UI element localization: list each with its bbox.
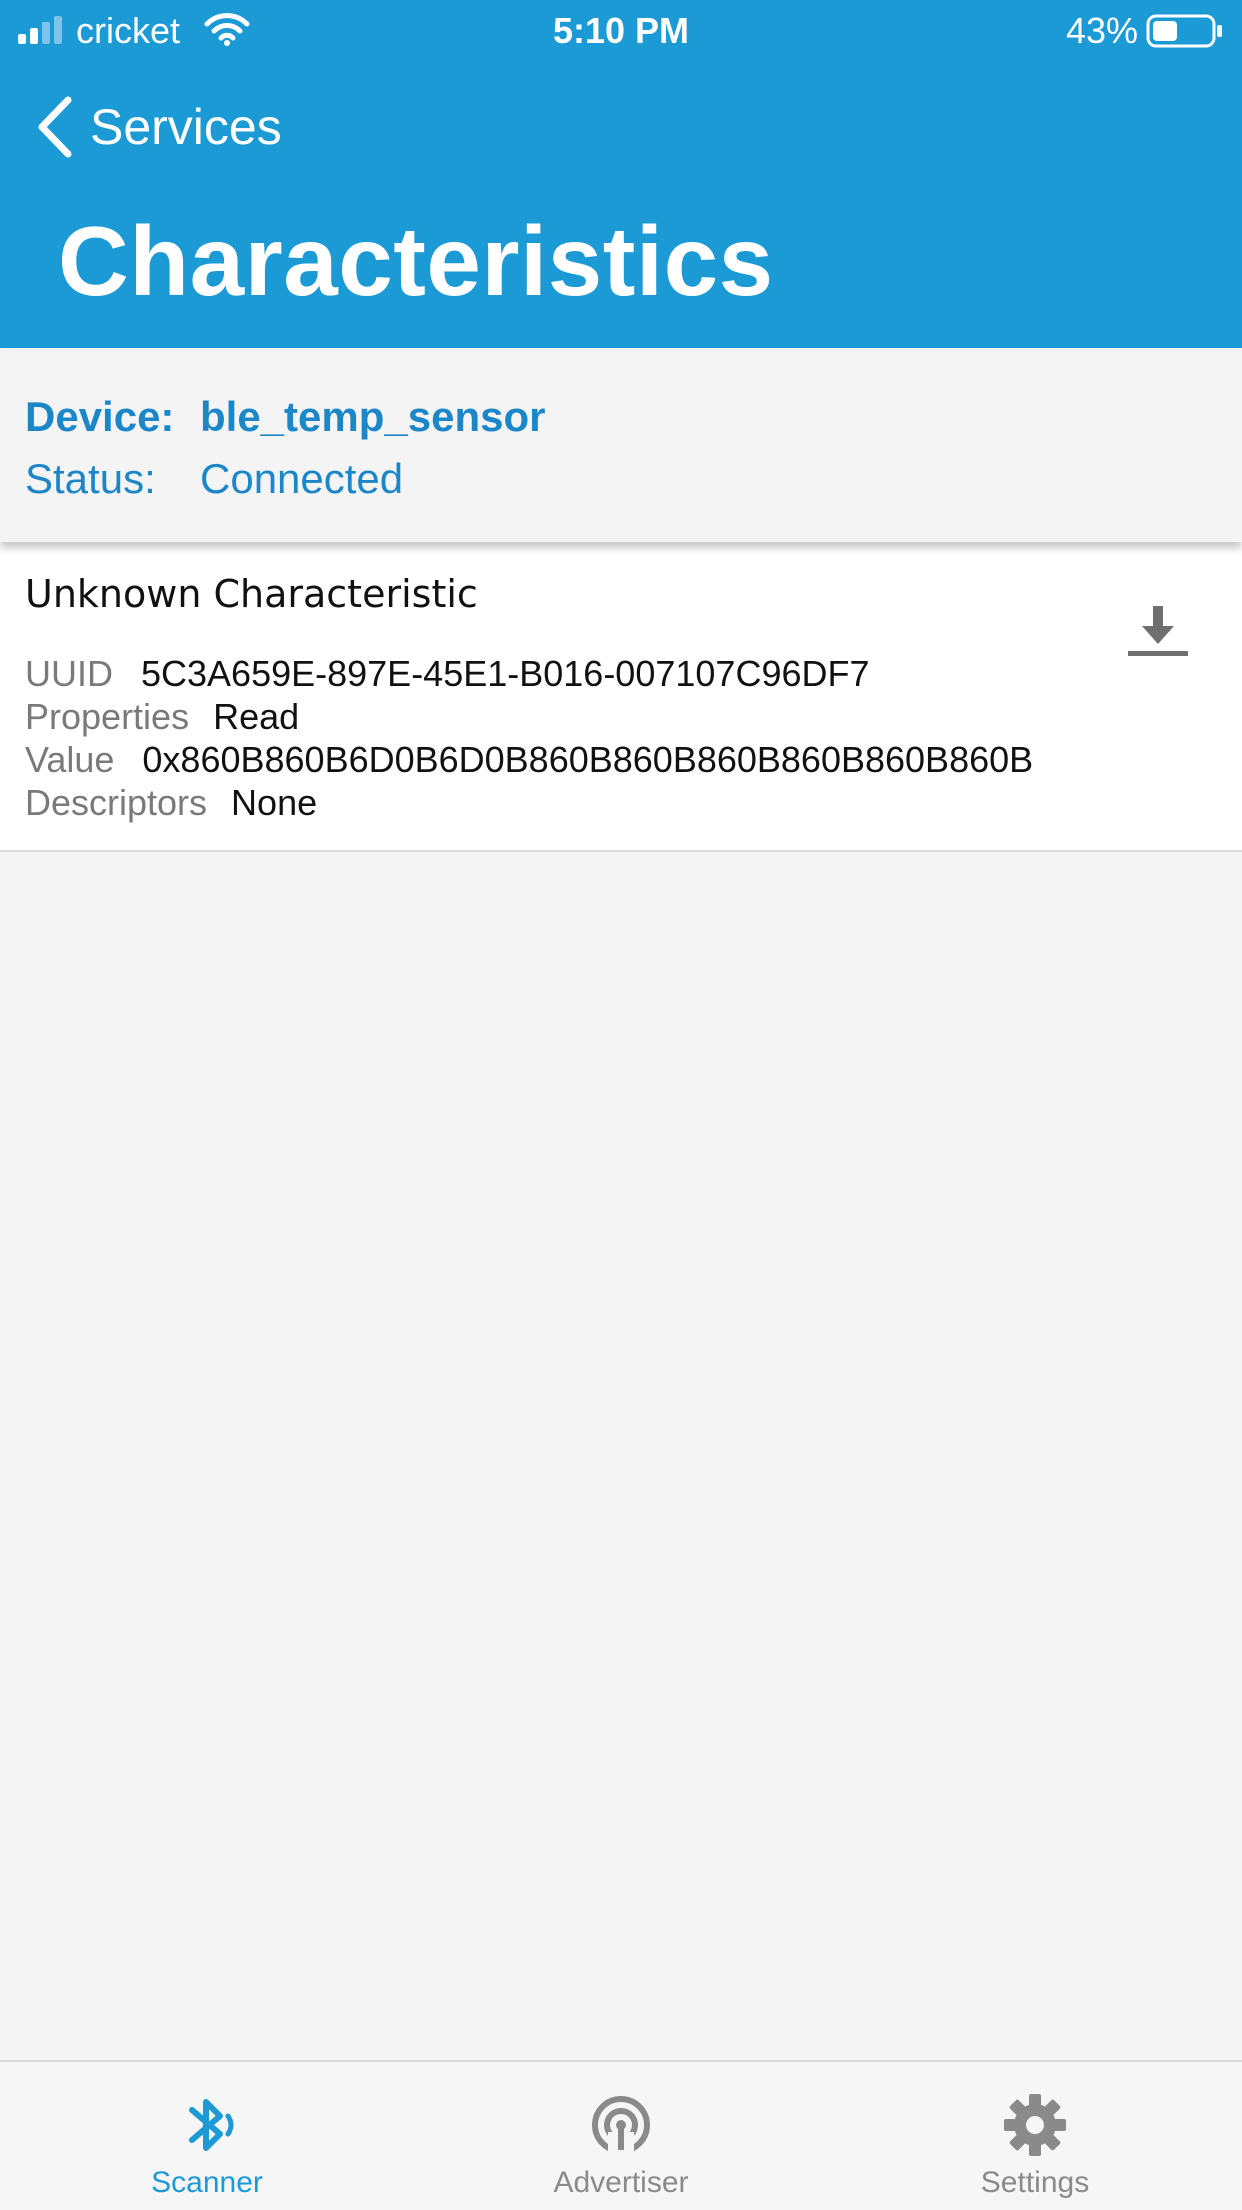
device-row: Device: ble_temp_sensor xyxy=(25,392,545,442)
tab-scanner-label: Scanner xyxy=(151,2166,263,2199)
device-label: Device: xyxy=(25,393,175,440)
descriptors-row: Descriptors None xyxy=(25,782,317,824)
battery-percentage: 43% xyxy=(1065,10,1138,51)
device-name: ble_temp_sensor xyxy=(200,393,546,440)
value-label: Value xyxy=(25,739,115,780)
gear-icon xyxy=(1004,2094,1066,2156)
status-label: Status: xyxy=(25,455,156,502)
tab-advertiser-label: Advertiser xyxy=(553,2166,689,2199)
value-text: 0x860B860B6D0B6D0B860B860B860B860B860B86… xyxy=(142,739,1034,780)
status-bar: cricket 5:10 PM 43% xyxy=(0,0,1242,62)
back-button[interactable]: Services xyxy=(34,92,282,162)
uuid-row: UUID 5C3A659E-897E-45E1-B016-007107C96DF7 xyxy=(25,653,870,695)
tab-scanner[interactable]: Scanner xyxy=(0,2062,414,2210)
status-row: Status: Connected xyxy=(25,454,403,504)
tab-bar: Scanner Advertiser Settings xyxy=(0,2060,1242,2210)
device-info-panel: Device: ble_temp_sensor Status: Connected xyxy=(0,348,1242,542)
chevron-left-icon xyxy=(38,96,72,158)
battery-icon xyxy=(1146,14,1222,48)
descriptors-label: Descriptors xyxy=(25,782,208,823)
page-title: Characteristics xyxy=(58,206,774,316)
value-row: Value 0x860B860B6D0B6D0B860B860B860B860B8… xyxy=(25,739,1033,781)
properties-row: Properties Read xyxy=(25,696,299,738)
uuid-label: UUID xyxy=(25,653,113,694)
descriptors-value: None xyxy=(231,782,318,823)
properties-value: Read xyxy=(213,696,300,737)
broadcast-icon xyxy=(592,2096,650,2158)
tab-settings-label: Settings xyxy=(980,2166,1090,2199)
connection-status: Connected xyxy=(200,455,404,502)
properties-label: Properties xyxy=(25,696,190,737)
bluetooth-icon xyxy=(189,2099,234,2151)
tab-advertiser[interactable]: Advertiser xyxy=(414,2062,828,2210)
back-button-label: Services xyxy=(90,99,282,155)
navigation-header: cricket 5:10 PM 43% Services Characteris… xyxy=(0,0,1242,348)
tab-settings[interactable]: Settings xyxy=(828,2062,1242,2210)
uuid-value: 5C3A659E-897E-45E1-B016-007107C96DF7 xyxy=(141,653,870,694)
download-icon[interactable] xyxy=(1126,604,1190,658)
characteristic-name: Unknown Characteristic xyxy=(25,572,478,616)
status-time: 5:10 PM xyxy=(552,10,690,51)
